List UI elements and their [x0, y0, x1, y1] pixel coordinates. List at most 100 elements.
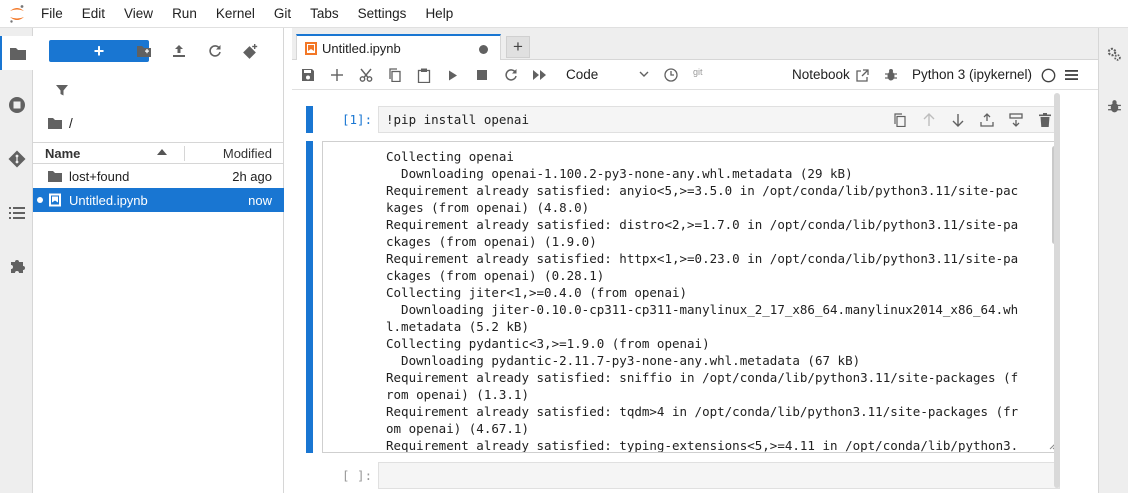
menu-button[interactable] — [1062, 66, 1080, 84]
git-clone-icon — [243, 44, 258, 59]
extension-manager-tab[interactable] — [0, 249, 33, 283]
column-header-modified[interactable]: Modified — [223, 146, 272, 161]
restart-kernel-button[interactable] — [502, 66, 520, 84]
new-folder-button[interactable] — [134, 41, 154, 61]
file-browser-panel: + / Name Modified lost+found 2h ago Unti… — [33, 28, 284, 493]
notebook-body: [1]: !pip install openai Collecting open… — [292, 91, 1098, 493]
duplicate-cell-button[interactable] — [890, 111, 910, 129]
scissors-icon — [359, 68, 373, 82]
output-line: om openai) (4.67.1) — [386, 421, 529, 436]
file-browser-tab[interactable] — [0, 36, 33, 70]
running-sessions-tab[interactable] — [0, 88, 33, 122]
menu-kernel[interactable]: Kernel — [209, 0, 255, 28]
hamburger-menu-icon — [1064, 70, 1078, 80]
kernel-status-icon — [1039, 66, 1057, 84]
menu-view[interactable]: View — [117, 0, 153, 28]
column-divider[interactable] — [184, 146, 185, 161]
file-browser-toolbar: + — [33, 38, 284, 64]
copy-icon — [389, 68, 401, 82]
upload-button[interactable] — [169, 41, 189, 61]
menu-git[interactable]: Git — [267, 0, 291, 28]
menu-edit[interactable]: Edit — [75, 0, 105, 28]
tab-label: Untitled.ipynb — [322, 41, 401, 56]
arrow-up-icon — [923, 113, 935, 126]
code-editor-text[interactable]: !pip install openai — [386, 112, 529, 127]
folder-icon — [9, 47, 26, 60]
menu-bar: File Edit View Run Kernel Git Tabs Settings Help — [0, 0, 1128, 28]
filter-icon — [56, 85, 68, 96]
file-row-lost-found[interactable]: lost+found 2h ago — [33, 164, 284, 188]
save-icon — [302, 69, 314, 81]
output-line: l.metadata (5.2 kB) — [386, 319, 529, 334]
filter-button[interactable] — [55, 83, 71, 99]
output-line: kages (from openai) (4.8.0) — [386, 200, 590, 215]
table-of-contents-tab[interactable] — [0, 196, 33, 230]
new-tab-button[interactable]: + — [506, 36, 530, 58]
jupyter-logo-icon — [0, 0, 34, 28]
file-row-untitled-ipynb[interactable]: Untitled.ipynb now — [33, 188, 284, 212]
notebook-toolbar: Code git Notebook Python 3 (ipykernel) — [292, 60, 1098, 90]
insert-above-button[interactable] — [977, 111, 997, 129]
menu-settings[interactable]: Settings — [351, 0, 407, 28]
trash-icon — [1039, 113, 1051, 127]
execution-time-button[interactable] — [662, 66, 680, 84]
output-stream-text: Collecting openai Downloading openai-1.1… — [386, 148, 1019, 452]
git-diff-button[interactable]: git — [693, 67, 703, 77]
chevron-down-icon[interactable] — [638, 68, 650, 80]
clock-icon — [664, 68, 678, 82]
play-icon — [449, 70, 457, 80]
insert-below-icon — [1009, 113, 1023, 127]
interrupt-button[interactable] — [473, 66, 491, 84]
notebook-icon — [305, 42, 317, 55]
open-in-notebook-button[interactable]: Notebook — [792, 67, 850, 82]
restart-run-all-button[interactable] — [531, 66, 549, 84]
menu-run[interactable]: Run — [165, 0, 197, 28]
external-link-icon — [853, 66, 871, 84]
debugger-tab[interactable] — [1099, 90, 1128, 122]
copy-button[interactable] — [386, 66, 404, 84]
kernel-name-button[interactable]: Python 3 (ipykernel) — [912, 67, 1032, 82]
run-button[interactable] — [444, 66, 462, 84]
output-line: ckages (from openai) (1.9.0) — [386, 234, 597, 249]
active-cell-indicator[interactable] — [306, 106, 313, 133]
code-cell-input-empty[interactable] — [378, 462, 1060, 489]
gears-icon — [1107, 47, 1121, 61]
running-indicator-icon — [37, 197, 43, 203]
delete-cell-button[interactable] — [1035, 111, 1055, 129]
property-inspector-tab[interactable] — [1099, 38, 1128, 70]
panel-splitter[interactable] — [284, 28, 292, 493]
tab-untitled-ipynb[interactable]: Untitled.ipynb — [296, 34, 501, 61]
cut-button[interactable] — [357, 66, 375, 84]
debugger-button[interactable] — [882, 66, 900, 84]
move-down-button[interactable] — [948, 111, 968, 129]
right-activity-bar — [1098, 28, 1128, 493]
cell-output: Collecting openai Downloading openai-1.1… — [322, 141, 1060, 453]
save-button[interactable] — [299, 66, 317, 84]
duplicate-icon — [894, 113, 906, 127]
notebook-scrollbar[interactable] — [1054, 93, 1060, 488]
output-line: rom openai) (1.3.1) — [386, 387, 529, 402]
git-tab[interactable] — [0, 142, 33, 176]
refresh-button[interactable] — [205, 41, 225, 61]
code-cell-input[interactable]: !pip install openai — [378, 106, 1060, 133]
paste-icon — [417, 68, 431, 83]
cell-type-select[interactable]: Code — [566, 67, 598, 82]
menu-file[interactable]: File — [34, 0, 63, 28]
folder-icon[interactable] — [47, 117, 63, 130]
output-collapser[interactable] — [306, 141, 313, 453]
paste-button[interactable] — [415, 66, 433, 84]
column-header-name[interactable]: Name — [45, 146, 80, 161]
refresh-icon — [505, 69, 517, 81]
output-line: Collecting openai — [386, 149, 514, 164]
unsaved-indicator-icon[interactable] — [479, 45, 488, 54]
menu-help[interactable]: Help — [418, 0, 453, 28]
breadcrumb-root[interactable]: / — [69, 116, 73, 131]
insert-below-button[interactable] — [1006, 111, 1026, 129]
output-line: Requirement already satisfied: anyio<5,>… — [386, 183, 1019, 198]
file-list-header: Name Modified — [33, 142, 284, 164]
insert-cell-button[interactable] — [328, 66, 346, 84]
move-up-button[interactable] — [919, 111, 939, 129]
git-clone-button[interactable] — [241, 41, 261, 61]
menu-tabs[interactable]: Tabs — [303, 0, 339, 28]
output-line: Requirement already satisfied: tqdm>4 in… — [386, 404, 1019, 419]
